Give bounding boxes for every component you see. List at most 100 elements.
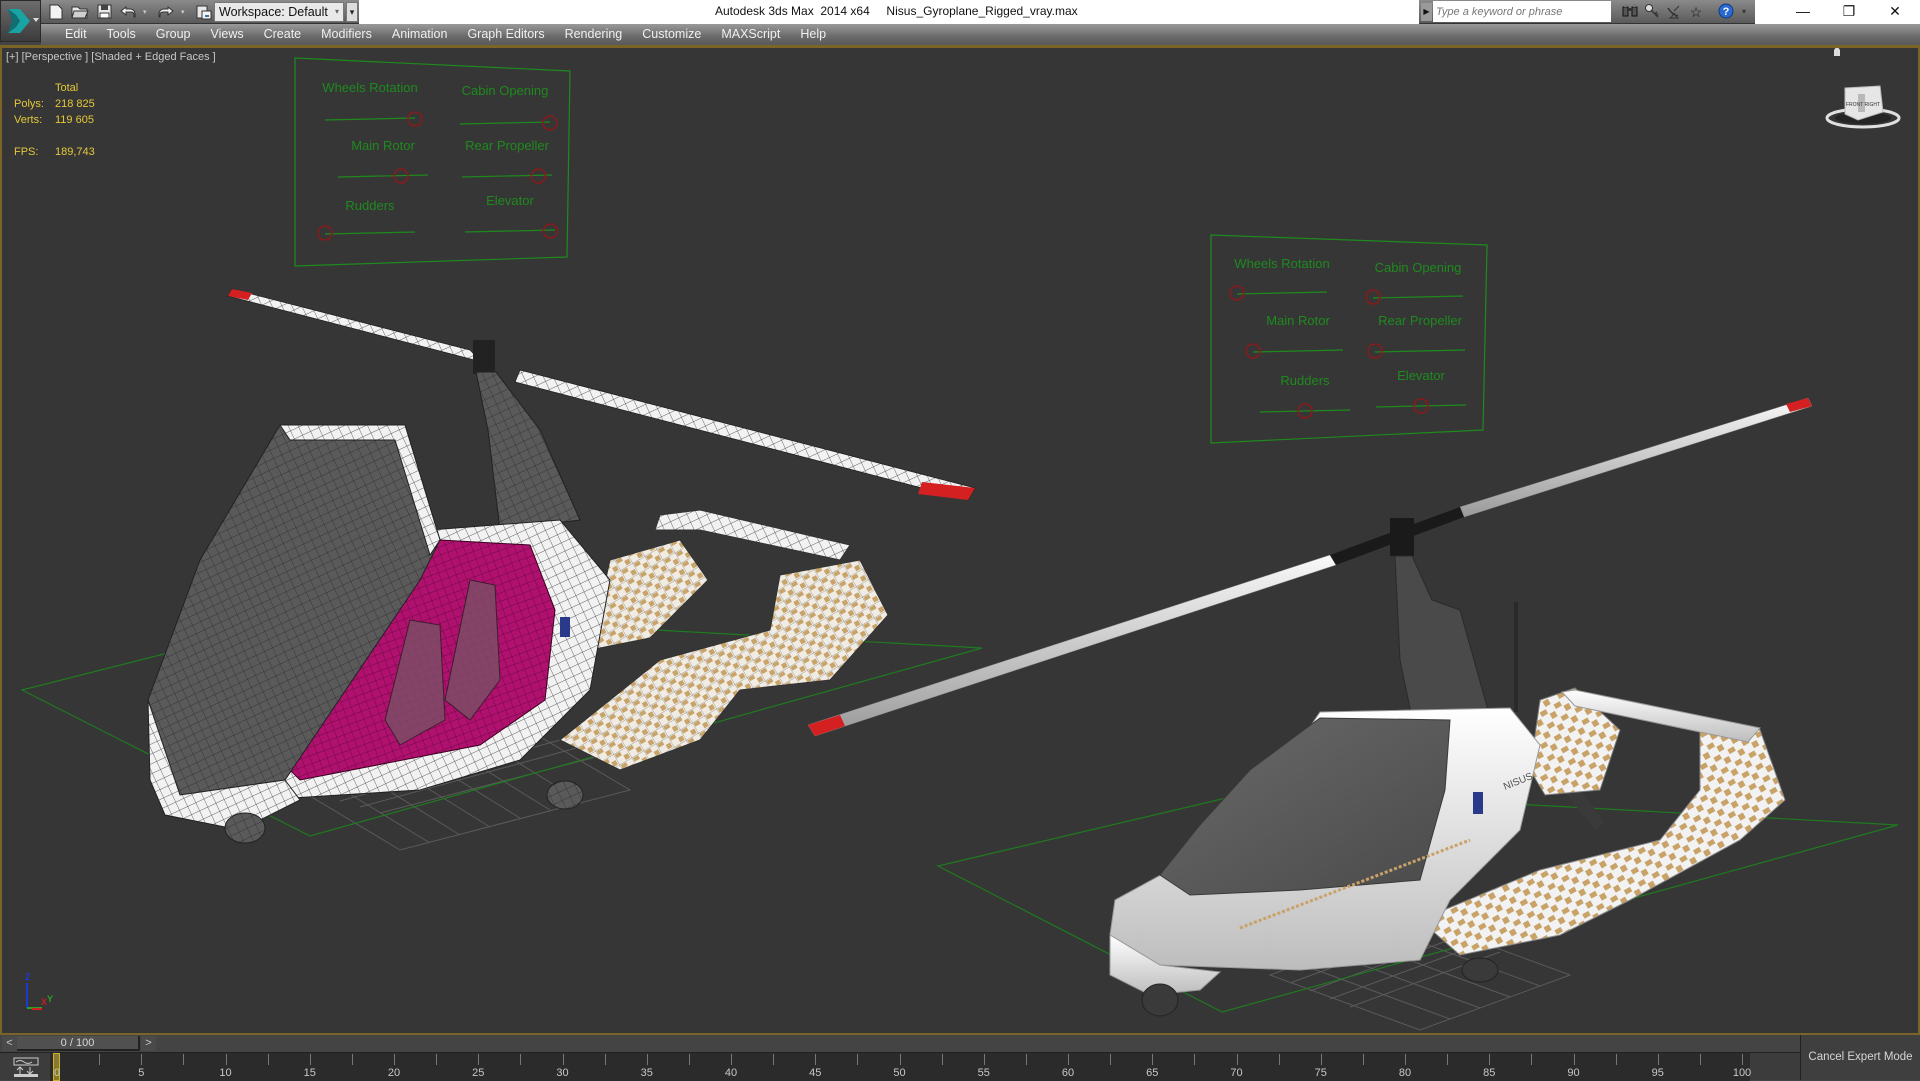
- track-bar-tick: [1699, 1054, 1701, 1065]
- rig-control-label: Rear Propeller: [1378, 313, 1462, 328]
- help-dropdown-icon[interactable]: ▾: [1735, 3, 1753, 21]
- track-bar-tick-label: 65: [1146, 1067, 1159, 1079]
- 3dsmax-logo-icon: [8, 9, 30, 33]
- next-frame-button[interactable]: >: [141, 1036, 156, 1051]
- viewcube[interactable]: FRONT RIGHT: [1825, 48, 1901, 129]
- infocenter-toolbar: ▶ ☆ ? ▾: [1419, 0, 1755, 24]
- rotor-blade: [227, 288, 484, 363]
- star-icon[interactable]: ☆: [1687, 3, 1705, 21]
- rig-slider-handle[interactable]: [317, 225, 333, 241]
- track-bar-tick-label: 0: [53, 1067, 61, 1079]
- menu-modifiers[interactable]: Modifiers: [311, 24, 382, 45]
- rig-control-label: Elevator: [1397, 368, 1445, 383]
- expand-search-icon[interactable]: ▶: [1421, 3, 1432, 21]
- track-bar-tick-label: 50: [893, 1067, 906, 1079]
- save-icon[interactable]: [95, 3, 113, 21]
- satellite-icon[interactable]: [1665, 3, 1683, 21]
- close-button[interactable]: ✕: [1872, 0, 1918, 24]
- rig-control-label: Rudders: [1280, 373, 1330, 388]
- rotor-blade: [514, 369, 976, 501]
- menu-rendering[interactable]: Rendering: [555, 24, 633, 45]
- antenna: [1514, 602, 1518, 712]
- track-bar-tick: [1531, 1054, 1533, 1065]
- undo-icon[interactable]: [119, 3, 137, 21]
- minimize-button[interactable]: —: [1780, 0, 1826, 24]
- menu-maxscript[interactable]: MAXScript: [711, 24, 790, 45]
- track-bar-tick: [520, 1054, 522, 1065]
- perspective-viewport[interactable]: NISUS Wheels Rotation Cabin OpeningMain R…: [2, 48, 1916, 1033]
- menu-create[interactable]: Create: [254, 24, 312, 45]
- rotor-head: [1390, 518, 1414, 556]
- track-bar-ruler[interactable]: 0 5 10 15 20 25 30 35 40 45 50 55 60 65 70 75 80 85 90 95 10…: [50, 1053, 1752, 1081]
- rig-control-label: Cabin Opening: [462, 83, 549, 98]
- track-bar-tick: [815, 1054, 817, 1065]
- menu-animation[interactable]: Animation: [382, 24, 458, 45]
- key-icon[interactable]: [1643, 3, 1661, 21]
- time-slider-thumb[interactable]: 0 / 100: [17, 1036, 140, 1051]
- rig-control-label: Main Rotor: [1266, 313, 1330, 328]
- rotor-blade: [1459, 397, 1813, 518]
- track-bar-tick: [1152, 1054, 1154, 1065]
- rotor-tip-red: [808, 715, 845, 736]
- redo-icon[interactable]: [157, 3, 175, 21]
- open-file-icon[interactable]: [71, 3, 89, 21]
- new-file-icon[interactable]: [47, 3, 65, 21]
- track-bar-tick: [857, 1054, 859, 1065]
- verts-value: 119 605: [55, 114, 94, 126]
- viewport-label-menu[interactable]: [+] [Perspective ] [Shaded + Edged Faces…: [6, 51, 216, 63]
- verts-label: Verts:: [14, 114, 43, 126]
- rig-slider-handle[interactable]: [407, 111, 423, 127]
- workspace-dropdown[interactable]: Workspace: Default ▾: [214, 2, 344, 22]
- restore-button[interactable]: ❐: [1826, 0, 1872, 24]
- rig-slider-handle[interactable]: [1367, 343, 1383, 359]
- track-bar-tick-label: 95: [1651, 1067, 1664, 1079]
- rig-slider-track: [1374, 349, 1466, 353]
- rig-slider-track: [1259, 409, 1351, 413]
- menu-help[interactable]: Help: [790, 24, 836, 45]
- menu-views[interactable]: Views: [200, 24, 253, 45]
- customize-toolbar-button[interactable]: ▾: [346, 2, 358, 22]
- gyroplane-wireframe[interactable]: [147, 288, 976, 844]
- rig-slider-track: [324, 117, 416, 121]
- rig-slider-track: [1375, 404, 1467, 408]
- open-mini-curve-editor-icon[interactable]: [6, 1056, 46, 1078]
- track-bar-tick: [1489, 1054, 1491, 1065]
- rig-slider-handle[interactable]: [542, 223, 559, 239]
- track-bar-tick: [1278, 1054, 1280, 1065]
- rig-slider-handle[interactable]: [1245, 343, 1261, 359]
- previous-frame-button[interactable]: <: [2, 1036, 17, 1051]
- menu-customize[interactable]: Customize: [632, 24, 711, 45]
- menu-tools[interactable]: Tools: [97, 24, 146, 45]
- track-bar-tick: [1236, 1054, 1238, 1065]
- rotor-hub: [473, 340, 495, 374]
- redo-dropdown-icon[interactable]: ▾: [181, 8, 189, 16]
- track-bar-tick: [1362, 1054, 1364, 1065]
- track-bar-tick-label: 100: [1732, 1067, 1752, 1079]
- help-icon[interactable]: ?: [1717, 3, 1735, 21]
- rig-slider-track: [1372, 295, 1464, 299]
- track-bar-tick: [773, 1054, 775, 1065]
- workspace-value: Workspace: Default: [219, 5, 328, 19]
- track-bar-tick-label: 60: [1061, 1067, 1075, 1079]
- binoculars-icon[interactable]: [1621, 3, 1639, 21]
- project-folder-icon[interactable]: [195, 3, 213, 21]
- window-title: Autodesk 3ds Max 2014 x64 Nisus_Gyroplan…: [715, 4, 1078, 18]
- rig-slider-handle[interactable]: [1229, 285, 1245, 301]
- rig-slider-track: [337, 174, 429, 178]
- track-bar: 0 5 10 15 20 25 30 35 40 45 50 55 60 65 70 75 80 85 90 95 10…: [0, 1052, 1920, 1081]
- undo-dropdown-icon[interactable]: ▾: [143, 8, 151, 16]
- track-bar-tick: [57, 1054, 58, 1065]
- cancel-expert-mode-button[interactable]: Cancel Expert Mode: [1800, 1035, 1920, 1080]
- rig-slider-handle[interactable]: [1365, 289, 1381, 305]
- application-menu-button[interactable]: [0, 0, 41, 42]
- menu-group[interactable]: Group: [146, 24, 201, 45]
- rig-slider-handle[interactable]: [542, 115, 558, 131]
- menu-bar: Edit Tools Group Views Create Modifiers …: [41, 24, 1920, 45]
- svg-text:?: ?: [1723, 6, 1730, 18]
- time-slider[interactable]: < 0 / 100 >: [0, 1035, 1920, 1052]
- menu-graph-editors[interactable]: Graph Editors: [457, 24, 554, 45]
- search-input[interactable]: [1433, 1, 1611, 22]
- track-bar-tick: [1573, 1054, 1575, 1065]
- home-icon[interactable]: [1834, 48, 1840, 56]
- menu-edit[interactable]: Edit: [55, 24, 97, 45]
